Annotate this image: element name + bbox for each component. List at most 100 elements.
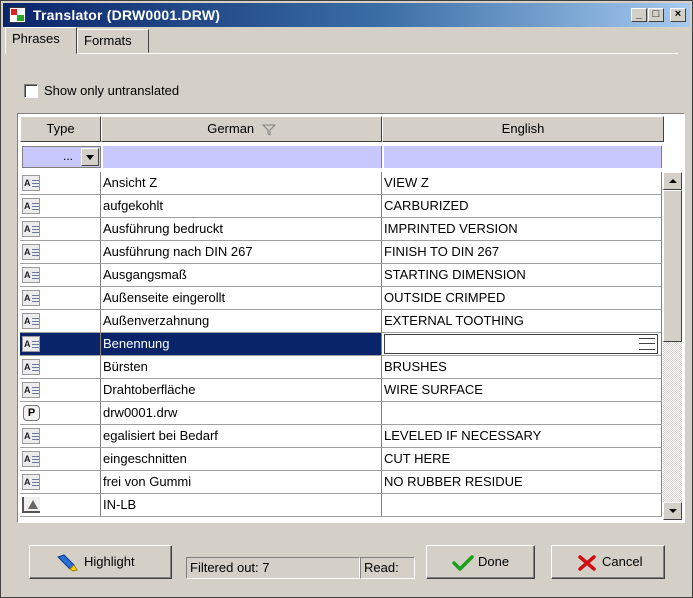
german-cell[interactable]: frei von Gummi — [101, 471, 382, 494]
english-edit-input[interactable] — [384, 334, 658, 354]
table-row[interactable]: Pdrw0001.drw — [20, 402, 662, 425]
phrase-icon — [22, 218, 40, 240]
german-cell[interactable]: eingeschnitten — [101, 448, 382, 471]
english-cell[interactable]: OUTSIDE CRIMPED — [382, 287, 662, 310]
table-row[interactable]: Benennung — [20, 333, 662, 356]
cancel-button[interactable]: Cancel — [551, 545, 665, 579]
type-cell[interactable] — [20, 241, 101, 264]
english-cell[interactable]: CUT HERE — [382, 448, 662, 471]
maximize-button[interactable]: □ — [648, 8, 664, 22]
german-cell[interactable]: IN-LB — [101, 494, 382, 517]
type-filter-dropdown[interactable]: ... — [22, 146, 101, 168]
table-row[interactable]: DrahtoberflächeWIRE SURFACE — [20, 379, 662, 402]
german-cell[interactable]: Ausführung nach DIN 267 — [101, 241, 382, 264]
phrase-icon — [22, 448, 40, 470]
phrase-icon — [22, 356, 40, 378]
table-row[interactable]: frei von GummiNO RUBBER RESIDUE — [20, 471, 662, 494]
close-button[interactable]: × — [670, 8, 686, 22]
tab-phrases[interactable]: Phrases — [5, 27, 77, 54]
german-cell[interactable]: Ausführung bedruckt — [101, 218, 382, 241]
vertical-scrollbar[interactable] — [663, 172, 682, 520]
scroll-thumb[interactable] — [663, 190, 682, 342]
cancel-x-icon — [578, 555, 596, 571]
german-cell[interactable]: Drahtoberfläche — [101, 379, 382, 402]
english-cell[interactable]: EXTERNAL TOOTHING — [382, 310, 662, 333]
done-label: Done — [478, 554, 510, 569]
type-cell[interactable] — [20, 425, 101, 448]
type-cell[interactable] — [20, 471, 101, 494]
type-cell[interactable] — [20, 333, 101, 356]
tab-formats[interactable]: Formats — [77, 29, 149, 53]
german-cell[interactable]: Außenverzahnung — [101, 310, 382, 333]
english-filter-input[interactable] — [384, 146, 662, 168]
type-cell[interactable] — [20, 287, 101, 310]
app-icon — [9, 7, 26, 23]
german-cell[interactable]: Bürsten — [101, 356, 382, 379]
window-title: Translator (DRW0001.DRW) — [33, 7, 221, 23]
done-button[interactable]: Done — [426, 545, 535, 579]
table-row[interactable]: Außenseite eingerolltOUTSIDE CRIMPED — [20, 287, 662, 310]
type-filter-value: ... — [63, 149, 74, 163]
filter-row: ... — [20, 144, 662, 170]
table-row[interactable]: IN-LB — [20, 494, 662, 517]
type-cell[interactable] — [20, 448, 101, 471]
translator-window: Translator (DRW0001.DRW) _ □ × Phrases F… — [0, 0, 693, 598]
table-row[interactable]: Ausführung bedrucktIMPRINTED VERSION — [20, 218, 662, 241]
english-cell[interactable]: IMPRINTED VERSION — [382, 218, 662, 241]
table-row[interactable]: Ausführung nach DIN 267FINISH TO DIN 267 — [20, 241, 662, 264]
phrase-icon — [22, 195, 40, 217]
english-cell[interactable] — [382, 402, 662, 425]
german-cell[interactable]: aufgekohlt — [101, 195, 382, 218]
table-row[interactable]: AusgangsmaßSTARTING DIMENSION — [20, 264, 662, 287]
scroll-down-button[interactable] — [663, 502, 682, 520]
parameter-icon: P — [23, 405, 40, 421]
type-cell[interactable] — [20, 494, 101, 517]
read-status: Read: — [360, 557, 415, 579]
german-cell[interactable]: Außenseite eingerollt — [101, 287, 382, 310]
type-cell[interactable] — [20, 379, 101, 402]
minimize-button[interactable]: _ — [631, 8, 647, 22]
type-cell[interactable] — [20, 264, 101, 287]
table-row[interactable]: AußenverzahnungEXTERNAL TOOTHING — [20, 310, 662, 333]
chevron-down-icon[interactable] — [81, 148, 99, 166]
type-cell[interactable] — [20, 310, 101, 333]
english-cell[interactable]: FINISH TO DIN 267 — [382, 241, 662, 264]
column-header-english[interactable]: English — [382, 116, 664, 142]
english-cell[interactable]: BRUSHES — [382, 356, 662, 379]
table-row[interactable]: aufgekohltCARBURIZED — [20, 195, 662, 218]
german-cell[interactable]: Ausgangsmaß — [101, 264, 382, 287]
column-header-german[interactable]: German — [101, 116, 382, 142]
english-cell[interactable]: CARBURIZED — [382, 195, 662, 218]
german-cell[interactable]: egalisiert bei Bedarf — [101, 425, 382, 448]
funnel-icon[interactable] — [261, 124, 277, 136]
scroll-up-button[interactable] — [663, 172, 682, 190]
table-row[interactable]: eingeschnittenCUT HERE — [20, 448, 662, 471]
table-row[interactable]: Ansicht ZVIEW Z — [20, 172, 662, 195]
english-cell[interactable]: VIEW Z — [382, 172, 662, 195]
column-header-german-label: German — [207, 121, 255, 136]
title-bar[interactable]: Translator (DRW0001.DRW) _ □ × — [3, 3, 690, 27]
english-cell[interactable]: LEVELED IF NECESSARY — [382, 425, 662, 448]
table-row[interactable]: egalisiert bei BedarfLEVELED IF NECESSAR… — [20, 425, 662, 448]
german-cell[interactable]: Benennung — [101, 333, 382, 356]
column-header-type[interactable]: Type — [20, 116, 101, 142]
show-untranslated-checkbox[interactable] — [24, 84, 38, 98]
german-cell[interactable]: Ansicht Z — [101, 172, 382, 195]
type-cell[interactable] — [20, 172, 101, 195]
english-cell[interactable] — [382, 494, 662, 517]
table-row[interactable]: BürstenBRUSHES — [20, 356, 662, 379]
phrases-grid[interactable]: Type German English ... Ansicht ZVIEW Za… — [17, 113, 685, 523]
column-header-english-label: English — [501, 121, 545, 136]
highlight-button[interactable]: Highlight — [29, 545, 172, 579]
type-cell[interactable] — [20, 195, 101, 218]
english-cell[interactable]: STARTING DIMENSION — [382, 264, 662, 287]
english-cell[interactable]: WIRE SURFACE — [382, 379, 662, 402]
english-cell[interactable]: NO RUBBER RESIDUE — [382, 471, 662, 494]
english-cell-editing[interactable] — [382, 333, 662, 356]
spinner-icon[interactable] — [639, 338, 655, 350]
german-filter-input[interactable] — [103, 146, 382, 168]
type-cell[interactable] — [20, 356, 101, 379]
type-cell[interactable] — [20, 218, 101, 241]
type-cell[interactable]: P — [20, 402, 101, 425]
german-cell[interactable]: drw0001.drw — [101, 402, 382, 425]
